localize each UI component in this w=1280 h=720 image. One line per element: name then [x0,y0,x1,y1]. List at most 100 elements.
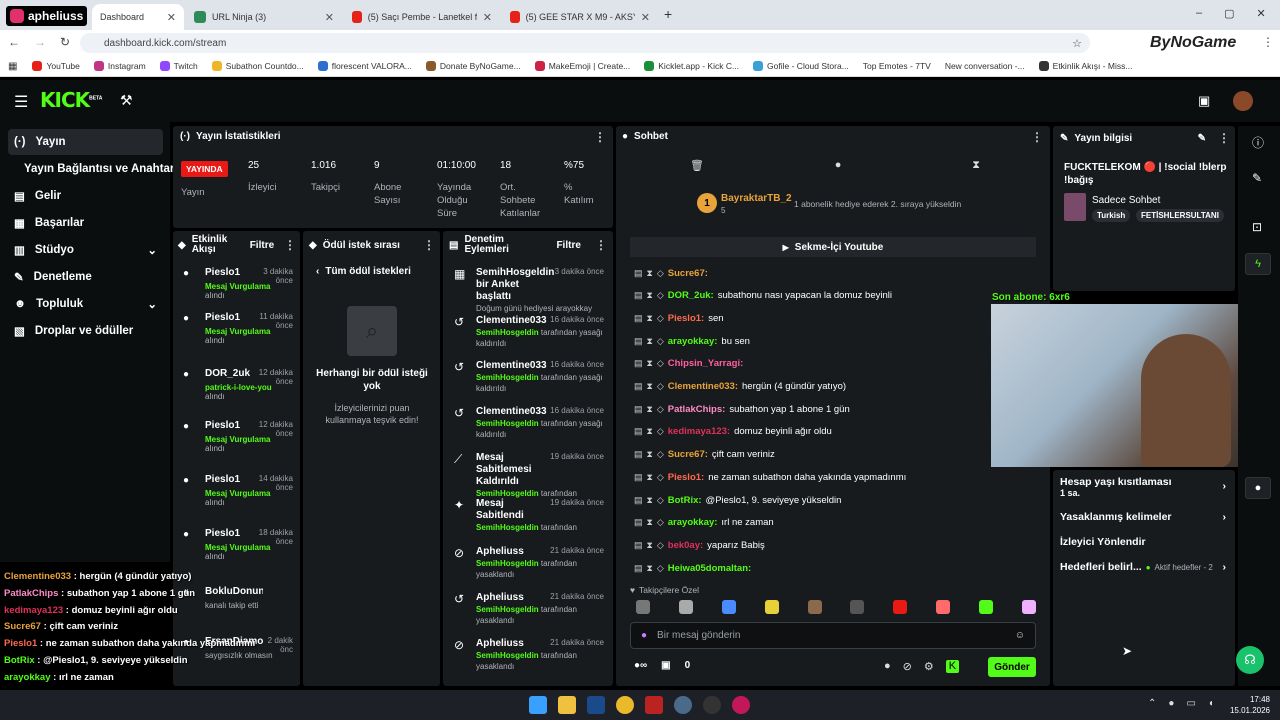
modlog-item[interactable]: ↺ Clementine033 16 dakika önce SemihHosgeld… [452,406,604,440]
star-icon[interactable]: ☆ [1072,37,1082,50]
hourglass-icon[interactable]: ⧗ [647,472,653,483]
support-button[interactable]: ☊ [1236,646,1264,674]
modlog-item[interactable]: ↺ Clementine033 16 dakika önce SemihHosgeld… [452,315,604,349]
chat-username[interactable]: PatlakChips: [668,404,726,415]
hourglass-icon[interactable]: ⧗ [972,159,980,172]
category-name[interactable]: Sadece Sohbet [1092,195,1160,206]
bookmark[interactable]: MakeEmoji | Create... [528,61,638,71]
emote[interactable] [721,600,736,614]
more-icon[interactable]: ⋮ [1218,131,1230,145]
chat-message[interactable]: ▤ ⧗ ◇ Clementine033: hergün (4 gündür yatıyo… [634,380,1044,394]
tab-youtube-2[interactable]: (5) GEE STAR X M9 - AKSYON ...✕ [502,4,658,30]
emoji-icon[interactable]: ☺ [1015,630,1025,641]
bookmark[interactable]: Top Emotes - 7TV [856,61,938,71]
trash-icon[interactable]: ▤ [634,313,643,324]
chat-username[interactable]: arayokkay: [668,336,718,347]
chat-username[interactable]: Pieslo1: [668,313,704,324]
close-window-icon[interactable]: ✕ [1257,7,1266,20]
trash-icon[interactable]: ▤ [634,495,643,506]
tag[interactable]: Turkish [1092,209,1131,222]
modlog-item[interactable]: ⊘ Apheliuss 21 dakika önce SemihHosgeldin t… [452,546,604,580]
tab-dashboard[interactable]: Dashboard ✕ [92,4,184,30]
trash-icon[interactable]: ▤ [634,336,643,347]
close-icon[interactable]: ✕ [483,11,492,24]
tag[interactable]: FETİSHLERSULTANI [1136,209,1224,222]
hourglass-icon[interactable]: ⧗ [647,426,653,437]
trash-icon[interactable]: ▤ [634,404,643,415]
chat-username[interactable]: bek0ay: [668,540,703,551]
chat-message[interactable]: ▤ ⧗ ◇ DOR_2uk: subathonu nası yapacan la dom… [634,289,1044,303]
kick-k-icon[interactable]: K [945,660,960,673]
chat-bubble-icon[interactable]: ● [835,159,842,172]
chat-username[interactable]: Clementine033: [668,381,738,392]
chat-message[interactable]: ▤ ⧗ ◇ kedimaya123: domuz beyinli ağır oldu [634,425,1044,439]
tab-youtube-1[interactable]: (5) Saçı Pembe - Lanetkel feat l...✕ [344,4,500,30]
chat-message[interactable]: ▤ ⧗ ◇ Chipsin_Yarragi: [634,357,1044,371]
more-icon[interactable]: ⋮ [284,238,296,252]
chevron-up-icon[interactable]: ⌃ [1148,698,1156,709]
hourglass-icon[interactable]: ⧗ [647,404,653,415]
trash-icon[interactable]: ▤ [634,540,643,551]
bookmark[interactable]: Subathon Countdo... [205,61,311,71]
sidebar-item-yayin[interactable]: (·) Yayın [8,129,163,155]
chat-username[interactable]: Chipsin_Yarragi: [668,358,744,369]
hammer-icon[interactable]: ⚒ [120,92,133,109]
network-icon[interactable]: ▭ [1186,698,1195,709]
chat-message[interactable]: ▤ ⧗ ◇ Pieslo1: sen [634,311,1044,325]
activity-item[interactable]: ● DOR_2uk 12 dakika önce patrick-i-love-you… [183,368,293,401]
hourglass-icon[interactable]: ⧗ [647,381,653,392]
steam-icon[interactable] [587,696,605,714]
minimize-icon[interactable]: – [1196,7,1202,20]
all-rewards-link[interactable]: ‹ Tüm ödül istekleri [316,266,411,277]
sidebar-item-denetleme[interactable]: ✎ Denetleme [8,264,163,290]
bookmark[interactable]: Gofile - Cloud Stora... [746,61,856,71]
clock[interactable]: 17:48 15.01.2026 [1228,694,1270,716]
setting-account-age[interactable]: Hesap yaşı kısıtlaması 1 sa. › [1060,476,1226,498]
modlog-item[interactable]: ▦ SemihHosgeldin bir Anket başlattı 3 daki… [452,267,604,314]
hourglass-icon[interactable]: ⧗ [647,449,653,460]
trash-icon[interactable]: ▤ [634,449,643,460]
app-icon[interactable] [732,696,750,714]
hourglass-icon[interactable]: ⧗ [647,540,653,551]
activity-item[interactable]: ● Pieslo1 3 dakika önce Mesaj Vurgulama alın… [183,267,293,300]
windows-start-icon[interactable] [529,696,547,714]
chrome-icon[interactable] [616,696,634,714]
filter-button[interactable]: Filtre [250,240,274,251]
chat-username[interactable]: DOR_2uk: [668,290,714,301]
chat-message[interactable]: ▤ ⧗ ◇ Heiwa05domaltan: [634,561,1044,575]
chat-message[interactable]: ▤ ⧗ ◇ PatlakChips: subathon yap 1 abone 1 gü… [634,402,1044,416]
forward-icon[interactable]: → [34,35,46,49]
more-icon[interactable]: ⋮ [594,130,606,144]
bookmark[interactable]: florescent VALORA... [311,61,419,71]
info-icon[interactable]: ⓘ [1252,134,1264,151]
new-tab-button[interactable]: + [664,6,672,22]
sidebar-item-stream-key[interactable]: Yayın Bağlantısı ve Anahtarı [8,156,178,182]
gear-icon[interactable]: ⚙ [924,660,934,673]
activity-item[interactable]: ● Pieslo1 14 dakika önce Mesaj Vurgulama alı… [183,474,293,507]
send-button[interactable]: Gönder [988,657,1036,677]
chat-message[interactable]: ▤ ⧗ ◇ arayokkay: bu sen [634,334,1044,348]
emote[interactable] [636,600,650,614]
hourglass-icon[interactable]: ⧗ [647,517,653,528]
reload-icon[interactable]: ↻ [60,35,70,49]
hourglass-icon[interactable]: ⧗ [647,268,653,279]
bookmark[interactable]: Etkinlik Akışı - Miss... [1032,61,1140,71]
trash-icon[interactable]: ▤ [634,358,643,369]
hourglass-icon[interactable]: ⧗ [647,290,653,301]
chat-message[interactable]: ▤ ⧗ ◇ Sucre67: [634,266,1044,280]
trash-icon[interactable]: 🗑 [690,159,704,172]
bookmark[interactable]: Donate ByNoGame... [419,61,528,71]
bolt-icon[interactable]: ϟ [1245,253,1271,275]
trash-icon[interactable]: ▤ [634,268,643,279]
crop-icon[interactable]: ⊡ [1252,220,1262,234]
activity-item[interactable]: ● Pieslo1 12 dakika önce Mesaj Vurgulama alı… [183,420,293,453]
trash-icon[interactable]: ▤ [634,472,643,483]
modlog-item[interactable]: ↺ Clementine033 16 dakika önce SemihHosgeld… [452,360,604,394]
activity-item[interactable]: ● Pieslo1 11 dakika önce Mesaj Vurgulama alı… [183,312,293,345]
emote-row[interactable] [636,600,1036,614]
trash-icon[interactable]: ▤ [634,426,643,437]
chat-username[interactable]: kedimaya123: [668,426,730,437]
hourglass-icon[interactable]: ⧗ [647,336,653,347]
emote[interactable] [807,600,822,614]
avatar[interactable] [1233,91,1253,111]
